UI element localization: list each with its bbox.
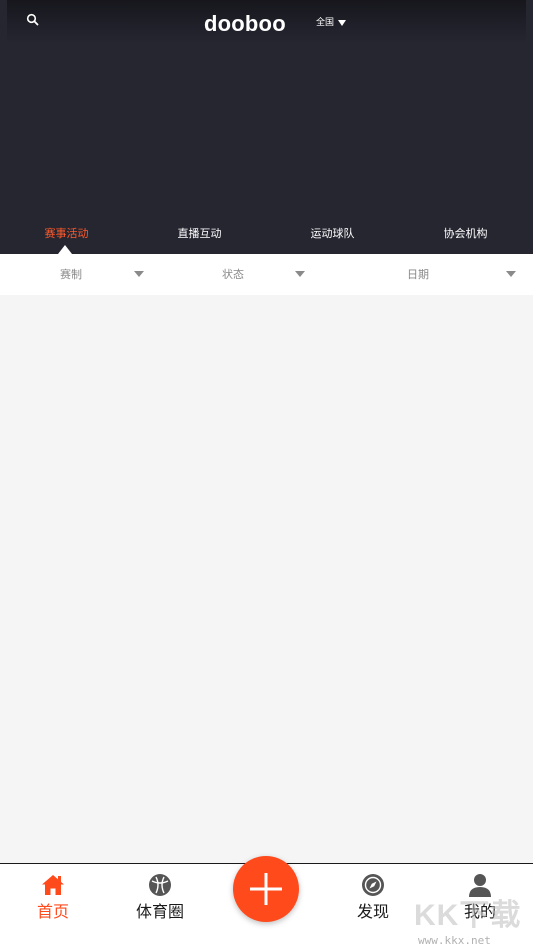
home-icon <box>42 875 64 895</box>
filter-date[interactable]: 日期 <box>407 254 522 295</box>
caret-down-icon <box>506 271 516 277</box>
nav-discover-label: 发现 <box>356 902 389 921</box>
nav-profile[interactable]: 我的 <box>440 872 520 922</box>
ball-icon <box>149 874 171 896</box>
tab-associations[interactable]: 协会机构 <box>399 222 532 246</box>
tab-events[interactable]: 赛事活动 <box>0 222 133 246</box>
filter-status[interactable]: 状态 <box>222 254 317 295</box>
nav-sports-circle-label: 体育圈 <box>135 902 184 921</box>
region-selector[interactable]: 全国 <box>316 15 347 31</box>
caret-down-icon <box>295 271 305 277</box>
nav-home-label: 首页 <box>36 902 69 921</box>
filter-format-label: 赛制 <box>60 268 82 281</box>
header: dooboo 全国 赛事活动 直播互动 运动球队 协会机构 <box>0 0 533 254</box>
tab-teams[interactable]: 运动球队 <box>266 222 399 246</box>
filter-format[interactable]: 赛制 <box>60 254 155 295</box>
plus-icon <box>250 873 282 905</box>
content-area <box>0 295 533 863</box>
triangle-down-icon <box>338 20 347 26</box>
nav-profile-label: 我的 <box>463 902 496 921</box>
filter-bar: 赛制 状态 日期 <box>0 254 533 295</box>
filter-status-label: 状态 <box>222 268 244 281</box>
nav-home[interactable]: 首页 <box>13 872 93 922</box>
compass-icon <box>362 874 384 896</box>
search-icon[interactable] <box>26 13 40 27</box>
category-tabs: 赛事活动 直播互动 运动球队 协会机构 <box>0 222 533 248</box>
nav-sports-circle[interactable]: 体育圈 <box>120 872 200 922</box>
caret-down-icon <box>134 271 144 277</box>
nav-discover[interactable]: 发现 <box>333 872 413 922</box>
tab-live[interactable]: 直播互动 <box>133 222 266 246</box>
region-label: 全国 <box>316 18 335 28</box>
person-icon <box>469 874 491 897</box>
filter-date-label: 日期 <box>407 268 429 281</box>
app-logo: dooboo <box>204 11 286 36</box>
active-tab-indicator <box>58 245 72 254</box>
add-button[interactable] <box>233 856 299 922</box>
